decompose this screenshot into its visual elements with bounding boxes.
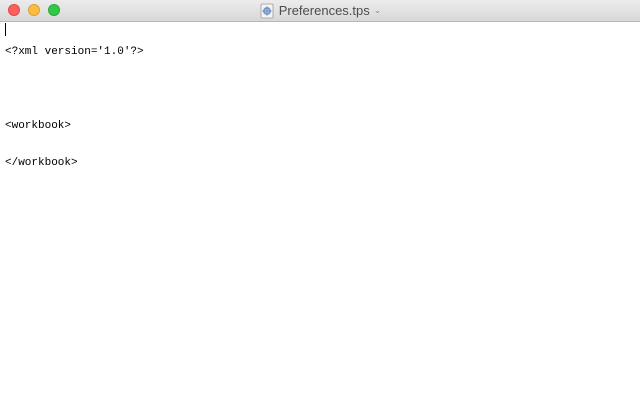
chevron-down-icon[interactable]: ⌄ [374, 0, 382, 22]
editor-line: <workbook> [5, 120, 72, 132]
text-editor-area[interactable]: <?xml version='1.0'?> <workbook> </workb… [0, 22, 640, 412]
text-editor-window: Preferences.tps ⌄ <?xml version='1.0'?> … [0, 0, 640, 412]
window-title-group[interactable]: Preferences.tps ⌄ [0, 0, 640, 22]
document-icon [259, 3, 275, 19]
window-title: Preferences.tps [278, 3, 370, 18]
editor-line: <?xml version='1.0'?> [5, 46, 144, 58]
editor-line: </workbook> [5, 157, 78, 169]
title-bar[interactable]: Preferences.tps ⌄ [0, 0, 640, 22]
text-cursor [5, 23, 6, 36]
